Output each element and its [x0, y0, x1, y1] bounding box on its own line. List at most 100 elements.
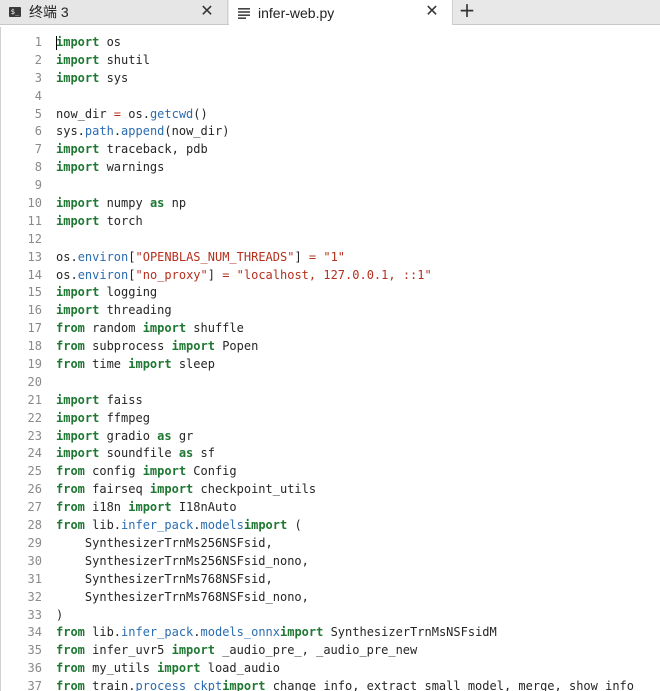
code-line[interactable]: 20 [0, 374, 660, 392]
line-code: SynthesizerTrnMs768NSFsid, [56, 571, 273, 589]
keyword-token: import [56, 35, 107, 49]
attribute-token: environ [77, 249, 129, 264]
code-line[interactable]: 7 import traceback, pdb [0, 141, 660, 159]
tab-editor[interactable]: infer-web.py ✕ [229, 0, 453, 25]
code-line[interactable]: 13 os.environ["OPENBLAS_NUM_THREADS"] = "… [0, 249, 660, 267]
line-code: from fairseq import checkpoint_utils [56, 481, 316, 499]
attribute-token: models [200, 518, 244, 533]
code-line[interactable]: 29 SynthesizerTrnMs256NSFsid, [0, 535, 660, 553]
line-number: 24 [27, 446, 42, 461]
keyword-token: import [280, 625, 331, 640]
code-token: lib. [92, 625, 122, 640]
code-line[interactable]: 37 from train.process_ckptimport change_i… [0, 678, 660, 691]
keyword-token: import [128, 500, 179, 515]
attribute-token: getcwd [149, 106, 194, 121]
line-number: 35 [27, 643, 42, 658]
keyword-token: from [56, 482, 93, 497]
code-token: ] [294, 249, 309, 264]
code-area[interactable]: 1 import os 2 import shutil 3 import sys 4 5 now… [0, 34, 660, 691]
code-token: os. [56, 267, 78, 282]
close-icon[interactable]: ✕ [199, 3, 215, 19]
code-token: gradio [106, 428, 158, 443]
keyword-token: import [56, 142, 107, 157]
code-token: gr [178, 428, 194, 443]
code-line[interactable]: 14 os.environ["no_proxy"] = "localhost, 1… [0, 267, 660, 285]
keyword-token: from [56, 661, 93, 676]
line-number: 19 [27, 357, 42, 372]
line-number: 22 [27, 410, 42, 425]
line-number: 9 [34, 178, 42, 193]
code-line[interactable]: 22 import ffmpeg [0, 410, 660, 428]
line-code: SynthesizerTrnMs256NSFsid_nono, [56, 553, 309, 571]
line-code: now_dir = os.getcwd() [56, 106, 208, 124]
code-line[interactable]: 10 import numpy as np [0, 195, 660, 213]
code-line[interactable]: 2 import shutil [0, 52, 660, 70]
line-code: import soundfile as sf [56, 445, 215, 463]
code-line[interactable]: 5 now_dir = os.getcwd() [0, 106, 660, 124]
code-line[interactable]: 15 import logging [0, 284, 660, 302]
keyword-token: as [178, 446, 201, 461]
code-line[interactable]: 24 import soundfile as sf [0, 445, 660, 463]
code-token: change_info, extract_small_model, merge,… [272, 679, 634, 691]
code-line[interactable]: 3 import sys [0, 70, 660, 88]
code-line[interactable]: 26 from fairseq import checkpoint_utils [0, 481, 660, 499]
code-line[interactable]: 16 import threading [0, 302, 660, 320]
code-line[interactable]: 36 from my_utils import load_audio [0, 660, 660, 678]
code-line[interactable]: 18 from subprocess import Popen [0, 338, 660, 356]
code-token: SynthesizerTrnMs256NSFsid, [56, 535, 273, 550]
line-number: 4 [34, 88, 42, 103]
code-line[interactable]: 32 SynthesizerTrnMs768NSFsid_nono, [0, 589, 660, 607]
code-line[interactable]: 4 [0, 88, 660, 106]
keyword-token: import [56, 303, 107, 318]
code-line[interactable]: 9 [0, 177, 660, 195]
code-line[interactable]: 11 import torch [0, 213, 660, 231]
code-line[interactable]: 23 import gradio as gr [0, 428, 660, 446]
code-line[interactable]: 25 from config import Config [0, 463, 660, 481]
code-line[interactable]: 6 sys.path.append(now_dir) [0, 123, 660, 141]
close-icon[interactable]: ✕ [424, 3, 440, 19]
line-number: 25 [27, 464, 42, 479]
tab-terminal-label: 终端 3 [29, 4, 69, 20]
line-number: 8 [34, 160, 42, 175]
code-token: SynthesizerTrnMs768NSFsid, [56, 571, 273, 586]
code-line[interactable]: 1 import os [0, 34, 660, 52]
tab-terminal[interactable]: $_ 终端 3 ✕ [0, 0, 228, 24]
code-line[interactable]: 27 from i18n import I18nAuto [0, 499, 660, 517]
attribute-token: path [84, 124, 114, 139]
code-line[interactable]: 28 from lib.infer_pack.modelsimport ( [0, 517, 660, 535]
line-code: SynthesizerTrnMs768NSFsid_nono, [56, 589, 309, 607]
keyword-token: from [56, 464, 93, 479]
line-number: 21 [27, 392, 42, 407]
code-token: [ [128, 249, 136, 264]
line-code: from lib.infer_pack.models_onnximport Sy… [56, 624, 497, 642]
line-code: import threading [56, 302, 172, 320]
keyword-token: from [56, 339, 93, 354]
code-line[interactable]: 17 from random import shuffle [0, 320, 660, 338]
code-line[interactable]: 34 from lib.infer_pack.models_onnximport … [0, 624, 660, 642]
code-line[interactable]: 30 SynthesizerTrnMs256NSFsid_nono, [0, 553, 660, 571]
keyword-token: from [56, 679, 93, 691]
code-line[interactable]: 12 [0, 231, 660, 249]
code-line[interactable]: 19 from time import sleep [0, 356, 660, 374]
code-line[interactable]: 31 SynthesizerTrnMs768NSFsid, [0, 571, 660, 589]
code-editor[interactable]: 1 import os 2 import shutil 3 import sys 4 5 now… [0, 25, 660, 691]
keyword-token: import [56, 428, 107, 443]
code-line[interactable]: 8 import warnings [0, 159, 660, 177]
keyword-token: import [142, 464, 194, 479]
code-line[interactable]: 35 from infer_uvr5 import _audio_pre_, _a… [0, 642, 660, 660]
line-code: import faiss [56, 392, 143, 410]
keyword-token: import [171, 339, 223, 354]
keyword-token: import [222, 679, 273, 691]
line-number: 12 [27, 231, 42, 246]
keyword-token: from [56, 500, 93, 515]
code-token: lib. [92, 518, 122, 533]
tab-editor-label: infer-web.py [258, 4, 335, 21]
code-line[interactable]: 21 import faiss [0, 392, 660, 410]
line-code: from train.process_ckptimport change_inf… [56, 678, 634, 691]
code-line[interactable]: 33) [0, 607, 660, 625]
new-tab-button[interactable]: + [456, 0, 478, 22]
string-token: "OPENBLAS_NUM_THREADS" [135, 249, 295, 264]
line-number: 26 [27, 482, 42, 497]
line-number: 16 [27, 303, 42, 318]
line-code: import gradio as gr [56, 428, 193, 446]
